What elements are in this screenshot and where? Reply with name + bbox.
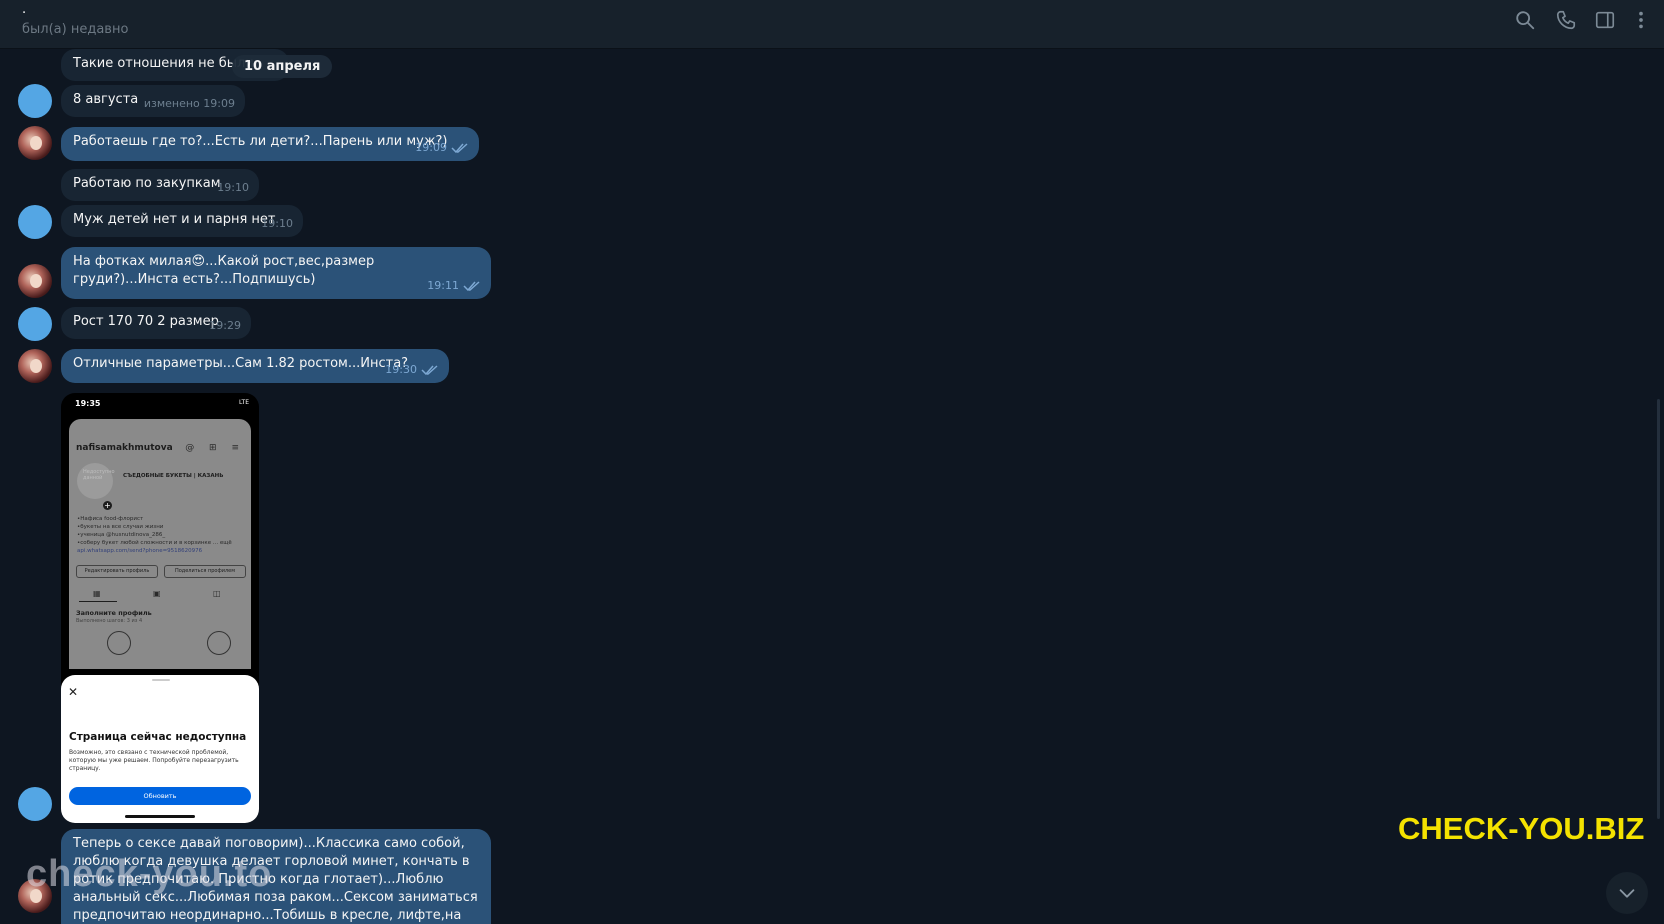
avatar[interactable]	[18, 84, 52, 118]
message-time: изменено 19:09	[143, 97, 235, 110]
message-text: На фотках милая😍...Какой рост,вес,размер…	[73, 254, 379, 287]
message-text: Работаю по закупкам	[73, 176, 221, 191]
message-text: 8 августа	[73, 92, 139, 107]
instagram-profile: nafisamakhmutova @ ⊞ ≡ Недоступно данной…	[69, 419, 251, 669]
message-bubble-incoming[interactable]: Работаю по закупкам 19:10	[61, 169, 259, 201]
share-profile-button: Поделиться профилем	[164, 565, 246, 578]
message-bubble-incoming[interactable]: Рост 170 70 2 размер 19:29	[61, 307, 251, 339]
close-icon: ✕	[68, 685, 79, 699]
phone-signal: LTE	[239, 399, 249, 406]
avatar[interactable]	[18, 126, 52, 160]
more-vertical-icon[interactable]	[1630, 9, 1652, 31]
sidebar-toggle-icon[interactable]	[1594, 9, 1616, 31]
date-divider: 10 апреля	[232, 55, 333, 78]
message-bubble-outgoing[interactable]: Отличные параметры...Сам 1.82 ростом...И…	[61, 349, 449, 383]
instagram-username: nafisamakhmutova	[76, 443, 173, 453]
scrollbar[interactable]	[1657, 399, 1660, 819]
chevron-down-icon	[1619, 889, 1635, 898]
double-check-icon	[421, 365, 438, 376]
avatar[interactable]	[18, 205, 52, 239]
fill-profile-progress: Выполнено шагов: 3 из 4	[76, 618, 143, 624]
message-time: 19:11	[427, 279, 459, 292]
message-text: Работаешь где то?...Есть ли дети?...Паре…	[73, 134, 448, 149]
watermark: CHECK-YOU.BIZ	[1398, 811, 1645, 846]
message-bubble-outgoing[interactable]: Работаешь где то?...Есть ли дети?...Паре…	[61, 127, 479, 161]
avatar[interactable]	[18, 349, 52, 383]
message-time: 19:30	[385, 363, 417, 376]
avatar[interactable]	[18, 264, 52, 298]
message-text: Отличные параметры...Сам 1.82 ростом...И…	[73, 356, 409, 371]
people-icon	[107, 631, 131, 655]
error-sheet: ✕ Страница сейчас недоступна Возможно, э…	[61, 675, 259, 823]
message-text: Муж детей нет и и парня нет	[73, 212, 276, 227]
profile-bio: •Нафиса food-флорист •букеты на все случ…	[77, 516, 232, 554]
error-text: Возможно, это связано с технической проб…	[69, 749, 239, 772]
refresh-button: Обновить	[69, 787, 251, 805]
phone-icon[interactable]	[1555, 9, 1577, 31]
message-time: 19:10	[261, 217, 293, 230]
profile-picture: Недоступно данной	[77, 463, 115, 499]
message-time: 19:09	[415, 141, 447, 154]
chat-status: был(а) недавно	[22, 22, 129, 37]
grid-icon: ▦	[93, 589, 101, 598]
double-check-icon	[451, 143, 468, 154]
message-bubble-incoming[interactable]: Муж детей нет и и парня нет 19:10	[61, 205, 303, 237]
phone-time: 19:35	[75, 399, 101, 408]
bio-link: api.whatsapp.com/send?phone=9518620976	[77, 548, 203, 554]
message-time: 19:10	[217, 181, 249, 194]
avatar-icon	[207, 631, 231, 655]
message-list[interactable]: Такие отношения не были 10 апреля 8 авгу…	[0, 49, 1664, 924]
business-name: СЪЕДОБНЫЕ БУКЕТЫ | КАЗАНЬ	[123, 473, 224, 479]
avatar[interactable]	[18, 307, 52, 341]
watermark-overlay: check-you.to	[26, 853, 273, 895]
chat-header: . был(а) недавно	[0, 0, 1664, 49]
edit-profile-button: Редактировать профиль	[76, 565, 158, 578]
scroll-to-bottom-button[interactable]	[1606, 872, 1648, 914]
double-check-icon	[463, 281, 480, 292]
error-title: Страница сейчас недоступна	[69, 731, 247, 743]
reels-icon: ▣	[153, 589, 161, 598]
search-icon[interactable]	[1514, 9, 1536, 31]
message-text: Такие отношения не были	[73, 56, 254, 71]
message-time: 19:29	[209, 319, 241, 332]
instagram-header-icons: @ ⊞ ≡	[185, 443, 245, 453]
avatar[interactable]	[18, 787, 52, 821]
fill-profile-title: Заполните профиль	[76, 609, 152, 617]
message-bubble-incoming[interactable]: 8 августа изменено 19:09	[61, 85, 245, 117]
chat-title[interactable]: .	[22, 2, 26, 17]
message-text: Рост 170 70 2 размер	[73, 314, 219, 329]
tagged-icon: ◫	[213, 589, 221, 598]
message-bubble-outgoing[interactable]: На фотках милая😍...Какой рост,вес,размер…	[61, 247, 491, 299]
plus-icon: +	[103, 501, 112, 510]
image-message[interactable]: 19:35 LTE nafisamakhmutova @ ⊞ ≡ Недосту…	[61, 393, 259, 823]
